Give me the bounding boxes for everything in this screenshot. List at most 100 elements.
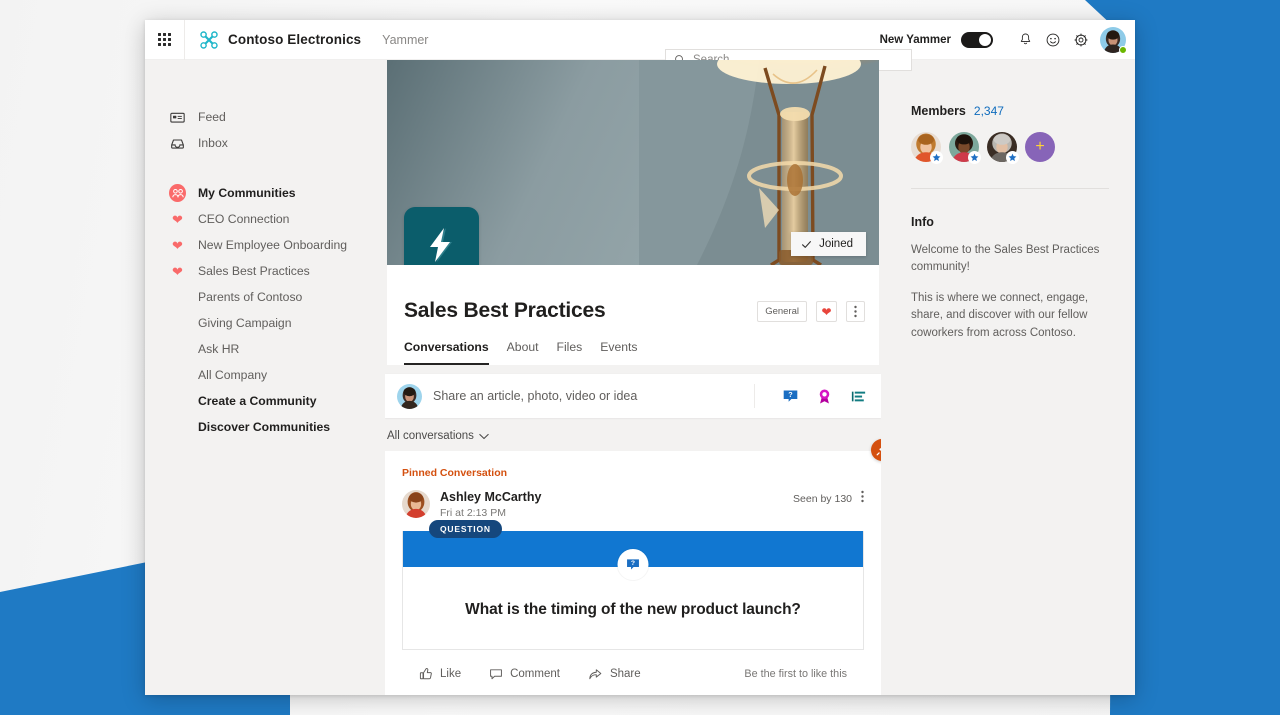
chevron-down-icon [479, 433, 489, 439]
seen-by-count: Seen by 130 [793, 493, 852, 505]
member-avatar[interactable] [987, 132, 1019, 164]
sidebar-item-label: Giving Campaign [198, 316, 292, 330]
tab-files[interactable]: Files [557, 340, 583, 365]
post-header: Ashley McCarthy Fri at 2:13 PM Seen by 1… [402, 490, 864, 519]
question-card[interactable]: QUESTION ? What is the timing of the new… [402, 519, 864, 650]
sidebar-item-label: My Communities [198, 186, 296, 200]
member-avatar[interactable] [949, 132, 981, 164]
question-text: What is the timing of the new product la… [465, 600, 801, 618]
sidebar-item-inbox[interactable]: Inbox [145, 130, 385, 156]
heart-icon: ❤ [172, 263, 183, 279]
share-button[interactable]: Share [588, 667, 641, 681]
sidebar-item-label: Feed [198, 110, 226, 124]
sidebar-item-ask-hr[interactable]: Ask HR [145, 336, 385, 362]
sidebar-item-giving-campaign[interactable]: Giving Campaign [145, 310, 385, 336]
question-type-tag: QUESTION [429, 519, 502, 538]
sidebar-item-my-communities[interactable]: My Communities [145, 180, 385, 206]
post-actions: Like Comment Share Be the first to like … [402, 649, 864, 695]
favorite-button[interactable]: ❤ [816, 301, 837, 322]
svg-text:?: ? [631, 559, 635, 566]
sidebar-item-sales-best-practices[interactable]: ❤ Sales Best Practices [145, 258, 385, 284]
sidebar-item-label: Ask HR [198, 342, 240, 356]
post-more-options-button[interactable] [861, 490, 864, 508]
thumbs-up-icon [419, 667, 432, 679]
sidebar-item-label: Inbox [198, 136, 228, 150]
post-author-name[interactable]: Ashley McCarthy [440, 490, 541, 506]
sidebar-item-ceo-connection[interactable]: ❤ CEO Connection [145, 206, 385, 232]
member-avatar[interactable] [911, 132, 943, 164]
right-rail: Members 2,347 + Info Welcome to the Sale… [881, 60, 1135, 695]
sidebar-item-label: Parents of Contoso [198, 290, 303, 304]
sidebar-item-new-employee-onboarding[interactable]: ❤ New Employee Onboarding [145, 232, 385, 258]
app-launcher-button[interactable] [145, 20, 185, 60]
tab-events[interactable]: Events [600, 340, 637, 365]
comment-icon [490, 668, 503, 679]
post-author-block: Ashley McCarthy Fri at 2:13 PM [440, 490, 541, 519]
sidebar-item-discover-communities[interactable]: Discover Communities [145, 414, 385, 440]
privacy-pill[interactable]: General [757, 301, 807, 322]
app-name: Yammer [382, 32, 429, 47]
comment-button[interactable]: Comment [489, 667, 560, 681]
poll-icon[interactable] [850, 388, 867, 405]
settings-button[interactable] [1067, 26, 1095, 54]
members-title: Members [911, 104, 966, 118]
ellipsis-vertical-icon [861, 490, 864, 503]
praise-icon[interactable] [816, 388, 833, 405]
community-tabs: Conversations About Files Events [404, 323, 862, 365]
like-button[interactable]: Like [419, 667, 461, 681]
member-avatars: + [911, 132, 1109, 164]
notifications-button[interactable] [1011, 26, 1039, 54]
admin-star-badge [968, 151, 981, 164]
composer-avatar [397, 383, 422, 409]
admin-star-badge [930, 151, 943, 164]
add-member-button[interactable]: + [1025, 132, 1055, 162]
community-logo [404, 207, 479, 265]
sidebar-item-parents-of-contoso[interactable]: Parents of Contoso [145, 284, 385, 310]
lightning-bolt-icon [429, 227, 452, 262]
heart-icon: ❤ [172, 211, 183, 227]
gear-icon [1074, 32, 1088, 47]
sidebar-item-label: CEO Connection [198, 212, 290, 226]
like-label: Like [440, 667, 462, 680]
smiley-icon [1046, 33, 1060, 46]
user-avatar[interactable] [1100, 26, 1127, 54]
tab-conversations[interactable]: Conversations [404, 340, 489, 365]
members-count[interactable]: 2,347 [974, 104, 1004, 118]
star-icon [1008, 153, 1017, 162]
sidebar-item-feed[interactable]: Feed [145, 104, 385, 130]
brand-area[interactable]: Contoso Electronics Yammer [185, 30, 428, 50]
community-cover-image: Joined [387, 60, 879, 265]
sidebar-item-label: New Employee Onboarding [198, 238, 348, 252]
feedback-button[interactable] [1039, 26, 1067, 54]
question-card-band: QUESTION ? [403, 519, 863, 580]
check-icon [802, 240, 812, 248]
share-icon [589, 668, 602, 679]
question-icon[interactable]: ? [782, 388, 799, 405]
sidebar-item-label: Create a Community [198, 394, 317, 408]
post-author-avatar[interactable] [402, 490, 430, 518]
new-yammer-toggle[interactable] [961, 31, 993, 48]
composer-divider [754, 384, 755, 408]
community-actions: General ❤ [757, 301, 865, 322]
post-composer[interactable]: Share an article, photo, video or idea ? [385, 374, 881, 418]
conversation-post: Pinned Conversation Ashley McCarthy Fri … [385, 439, 881, 695]
tab-about[interactable]: About [507, 340, 539, 365]
more-options-button[interactable] [846, 301, 865, 322]
main-content: Joined Sales Best Practices General ❤ Co… [385, 60, 881, 695]
sidebar-item-create-a-community[interactable]: Create a Community [145, 388, 385, 414]
post-timestamp: Fri at 2:13 PM [440, 506, 506, 519]
new-yammer-label: New Yammer [879, 33, 951, 46]
composer-input[interactable]: Share an article, photo, video or idea [433, 389, 743, 403]
pin-badge[interactable] [871, 439, 881, 461]
sidebar-item-all-company[interactable]: All Company [145, 362, 385, 388]
inbox-icon [169, 137, 186, 150]
suite-header: Contoso Electronics Yammer Search New Ya… [145, 20, 1135, 71]
brand-name: Contoso Electronics [228, 32, 362, 47]
conversation-filter[interactable]: All conversations [385, 418, 881, 451]
members-header: Members 2,347 [911, 104, 1109, 118]
joined-button[interactable]: Joined [791, 232, 866, 256]
sidebar-item-label: Discover Communities [198, 420, 331, 434]
pin-icon [876, 448, 881, 456]
star-icon [970, 153, 979, 162]
